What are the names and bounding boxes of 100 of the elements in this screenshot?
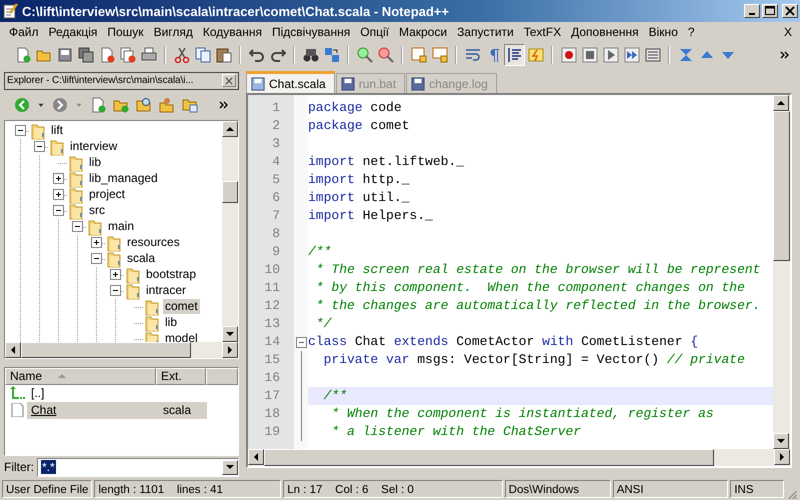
tree-item[interactable]: lib bbox=[87, 155, 104, 170]
new-file-icon[interactable] bbox=[90, 96, 106, 113]
collapse-toggle[interactable] bbox=[91, 253, 102, 264]
scroll-thumb[interactable] bbox=[264, 449, 714, 466]
back-icon[interactable] bbox=[14, 96, 30, 113]
collapse-toggle[interactable] bbox=[110, 285, 121, 296]
close-document-button[interactable]: X bbox=[784, 25, 792, 39]
folder-user-icon[interactable] bbox=[159, 96, 175, 113]
expand-toggle[interactable] bbox=[53, 173, 64, 184]
close-all-icon bbox=[120, 47, 136, 63]
copy-icon bbox=[194, 47, 210, 63]
menu-item[interactable]: Макроси bbox=[394, 25, 452, 39]
collapse-toggle[interactable] bbox=[34, 141, 45, 152]
code-line: /** bbox=[322, 388, 348, 403]
dropdown-button[interactable] bbox=[222, 460, 238, 475]
menu-item[interactable]: Доповнення bbox=[566, 25, 644, 39]
collapse-toggle[interactable] bbox=[72, 221, 83, 232]
folder-icon bbox=[68, 202, 84, 220]
scroll-thumb[interactable] bbox=[21, 342, 191, 358]
code-line: import net.liftweb._ bbox=[308, 154, 464, 169]
window-lock-icon bbox=[410, 47, 426, 63]
tree-item[interactable]: project bbox=[87, 187, 128, 202]
folder-copy-icon[interactable] bbox=[182, 96, 198, 113]
forward-icon[interactable] bbox=[52, 96, 68, 113]
tree-item[interactable]: comet bbox=[163, 299, 200, 314]
note-icon bbox=[528, 47, 544, 63]
scissors-icon bbox=[174, 47, 190, 63]
scroll-thumb[interactable] bbox=[773, 111, 790, 261]
code-line: import http._ bbox=[308, 172, 410, 187]
tree-item[interactable]: scala bbox=[125, 251, 158, 266]
tree-item[interactable]: lib bbox=[163, 315, 180, 330]
parent-folder-row[interactable]: [..] bbox=[27, 384, 207, 402]
expand-toggle[interactable] bbox=[91, 237, 102, 248]
line-number: 19 bbox=[263, 423, 281, 441]
menu-item[interactable]: Опції bbox=[355, 25, 394, 39]
hourglass-icon bbox=[678, 47, 694, 63]
minimize-button[interactable] bbox=[744, 4, 760, 18]
code-line: * a listener with the ChatServer bbox=[330, 424, 582, 439]
redo-icon bbox=[270, 47, 286, 63]
maximize-button[interactable] bbox=[762, 4, 778, 18]
tree-item[interactable]: resources bbox=[125, 235, 182, 250]
line-number: 6 bbox=[271, 189, 281, 207]
scroll-thumb[interactable] bbox=[222, 180, 238, 203]
expand-toggle[interactable] bbox=[110, 269, 121, 280]
chevron-icon[interactable] bbox=[780, 50, 790, 60]
horizontal-scrollbar[interactable] bbox=[248, 449, 790, 466]
close-button[interactable] bbox=[222, 74, 236, 88]
collapse-toggle[interactable] bbox=[53, 205, 64, 216]
file-tab[interactable]: Chat.scala bbox=[246, 71, 335, 93]
menu-item[interactable]: Вигляд bbox=[148, 25, 198, 39]
fold-toggle[interactable] bbox=[296, 337, 306, 348]
word-wrap-icon bbox=[464, 47, 480, 63]
code-editor[interactable] bbox=[246, 93, 792, 468]
code-line: import Helpers._ bbox=[308, 208, 433, 223]
line-number: 7 bbox=[271, 207, 281, 225]
tree-item[interactable]: interview bbox=[68, 139, 120, 154]
horizontal-scrollbar[interactable] bbox=[5, 342, 238, 358]
menu-item[interactable]: Вікно bbox=[644, 25, 683, 39]
code-line: package code bbox=[308, 100, 402, 115]
tree-item[interactable]: main bbox=[106, 219, 136, 234]
toolbar-button[interactable] bbox=[504, 44, 525, 66]
tree-item[interactable]: intracer bbox=[144, 283, 188, 298]
column-header[interactable]: Ext. bbox=[156, 368, 206, 385]
menu-item[interactable]: Запустити bbox=[452, 25, 519, 39]
file-name: Chat bbox=[31, 403, 58, 418]
collapse-toggle[interactable] bbox=[15, 125, 26, 136]
menu-item[interactable]: Кодування bbox=[198, 25, 267, 39]
close-icon bbox=[225, 76, 233, 85]
resize-grip-icon[interactable] bbox=[786, 488, 798, 500]
status-field: length : 1101 lines : 41 bbox=[94, 480, 282, 498]
menu-item[interactable]: Файл bbox=[4, 25, 44, 39]
tree-item[interactable]: bootstrap bbox=[144, 267, 198, 282]
status-field: Dos\Windows bbox=[504, 480, 611, 498]
expand-toggle[interactable] bbox=[53, 189, 64, 200]
menu-item[interactable]: TextFX bbox=[518, 25, 566, 39]
menu-item[interactable]: Пошук bbox=[102, 25, 149, 39]
folder-icon bbox=[49, 138, 65, 156]
folder-icon bbox=[30, 122, 46, 140]
menu-item[interactable]: Підсвічування bbox=[266, 25, 356, 39]
vertical-scrollbar[interactable] bbox=[773, 95, 790, 449]
menu-item[interactable]: Редакція bbox=[44, 25, 102, 39]
tree-item[interactable]: lift bbox=[49, 123, 65, 138]
fast-forward-icon bbox=[624, 47, 640, 63]
panel-title: Explorer - C:\lift\interview\src\main\scala\i... bbox=[7, 75, 194, 86]
chevron-icon[interactable] bbox=[219, 100, 229, 110]
tree-item[interactable]: lib_managed bbox=[87, 171, 160, 186]
tree-item[interactable]: src bbox=[87, 203, 107, 218]
code-line: * The screen real estate on the browser will be represent bbox=[314, 262, 760, 277]
vertical-scrollbar[interactable] bbox=[222, 120, 238, 342]
file-row[interactable]: Chat scala bbox=[27, 402, 207, 419]
code-line: import util._ bbox=[308, 190, 410, 205]
column-header[interactable]: Name bbox=[5, 368, 156, 385]
line-number: 10 bbox=[263, 261, 281, 279]
binoculars-icon bbox=[302, 47, 318, 63]
sort-arrow-icon bbox=[58, 373, 66, 380]
folder-search-icon[interactable] bbox=[136, 96, 152, 113]
filter-field[interactable]: *.* bbox=[37, 458, 239, 477]
menu-item[interactable]: ? bbox=[682, 25, 700, 39]
plus-icon bbox=[54, 174, 63, 184]
close-button[interactable] bbox=[782, 4, 798, 18]
